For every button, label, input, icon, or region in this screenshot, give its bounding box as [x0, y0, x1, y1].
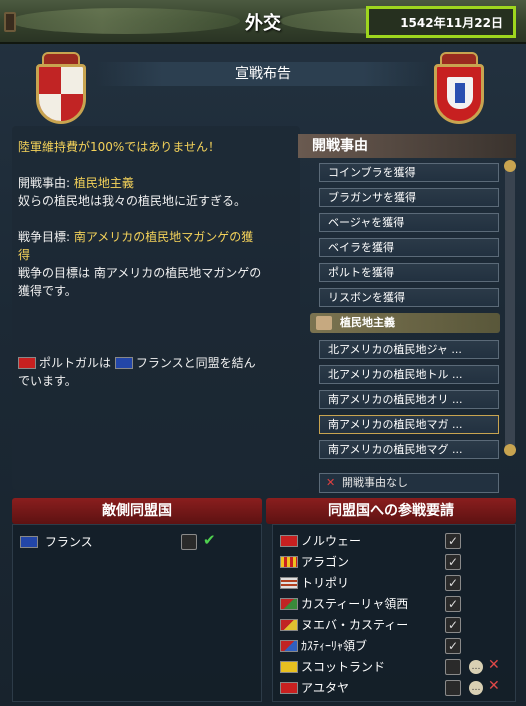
alliance-note: ポルトガルは フランスと同盟を結ん — [18, 354, 256, 372]
colonial-flag-icon — [280, 598, 298, 610]
call-ally-checkbox[interactable]: ✓ — [445, 575, 461, 591]
speech-bubble-icon[interactable]: … — [469, 681, 483, 695]
enemy-ally-row: フランス — [20, 532, 93, 552]
diplomacy-window: 外交 1542年11月22日 宣戦布告 陸軍維持費が100%ではありません！ 開… — [0, 0, 526, 706]
ally-row: カスティーリャ領西 — [280, 594, 408, 614]
green-check-icon: ✔ — [203, 531, 216, 549]
ally-row: アラゴン — [280, 552, 349, 572]
war-goal-line-cont: 得 — [18, 248, 31, 262]
cb-item[interactable]: リスボンを獲得 — [319, 288, 499, 307]
call-ally-checkbox[interactable] — [445, 680, 461, 696]
ally-row: トリポリ — [280, 573, 349, 593]
red-x-icon: ✕ — [326, 476, 336, 489]
ally-row: スコットランド — [280, 657, 385, 677]
scroll-up-arrow-icon[interactable] — [504, 160, 516, 172]
call-ally-checkbox[interactable]: ✓ — [445, 596, 461, 612]
portugal-flag-icon — [18, 357, 36, 369]
red-x-icon: ✕ — [488, 678, 500, 694]
tripoli-flag-icon — [280, 577, 298, 589]
ally-row: アユタヤ — [280, 678, 349, 698]
portugal-shield[interactable] — [426, 52, 492, 130]
colonial-flag-icon — [280, 619, 298, 631]
castile-shield[interactable] — [28, 52, 94, 130]
france-flag-icon — [20, 536, 38, 548]
enemy-allies-header: 敵側同盟国 — [12, 498, 262, 524]
casus-belli-description: 奴らの植民地は我々の植民地に近すぎる。 — [18, 194, 247, 208]
cb-item[interactable]: コインブラを獲得 — [319, 163, 499, 182]
speech-bubble-icon[interactable]: … — [469, 660, 483, 674]
ally-row: ｶｽﾃｨｰﾘｬ領ブ — [280, 636, 367, 656]
alliance-note-cont: でいます。 — [18, 374, 77, 388]
call-ally-checkbox[interactable]: ✓ — [445, 554, 461, 570]
castile-coat-of-arms — [36, 64, 86, 124]
cb-item[interactable]: ベイラを獲得 — [319, 238, 499, 257]
cb-colonial-item[interactable]: 北アメリカの植民地ジャ ... — [319, 340, 499, 359]
call-ally-checkbox[interactable]: ✓ — [445, 638, 461, 654]
norway-flag-icon — [280, 535, 298, 547]
war-goal-line: 戦争目標: 南アメリカの植民地マガンゲの獲 — [18, 230, 254, 244]
cb-category-colonialism[interactable]: 植民地主義 — [310, 313, 500, 333]
france-flag-icon — [114, 357, 133, 369]
declare-war-header: 宣戦布告 — [96, 62, 430, 86]
cb-item[interactable]: ブラガンサを獲得 — [319, 188, 499, 207]
war-goal-description: 戦争の目標は 南アメリカの植民地マガンゲの — [18, 266, 262, 280]
call-allies-header: 同盟国への参戦要請 — [266, 498, 516, 524]
colonial-category-icon — [316, 316, 332, 330]
call-ally-checkbox[interactable] — [445, 659, 461, 675]
scotland-flag-icon — [280, 661, 298, 673]
date-display: 1542年11月22日 — [366, 6, 516, 38]
scroll-down-arrow-icon[interactable] — [504, 444, 516, 456]
casus-belli-list-header: 開戦事由 — [298, 134, 516, 158]
cb-colonial-item[interactable]: 南アメリカの植民地マグ ... — [319, 440, 499, 459]
cb-scrollbar[interactable] — [504, 160, 516, 456]
cb-item[interactable]: ベージャを獲得 — [319, 213, 499, 232]
enemy-ally-checkbox[interactable] — [181, 534, 197, 550]
cb-colonial-item[interactable]: 北アメリカの植民地トル ... — [319, 365, 499, 384]
portugal-coat-of-arms — [434, 64, 484, 124]
title-bar: 外交 1542年11月22日 — [0, 0, 526, 44]
no-casus-belli-option[interactable]: ✕ 開戦事由なし — [319, 473, 499, 493]
casus-belli-line: 開戦事由: 植民地主義 — [18, 176, 134, 190]
red-x-icon: ✕ — [488, 657, 500, 673]
call-ally-checkbox[interactable]: ✓ — [445, 533, 461, 549]
army-maintenance-warning: 陸軍維持費が100%ではありません！ — [18, 140, 220, 154]
colonial-flag-icon — [280, 640, 298, 652]
ally-row: ノルウェー — [280, 531, 361, 551]
cb-colonial-item-selected[interactable]: 南アメリカの植民地マガ ... — [319, 415, 499, 434]
ally-row: ヌエバ・カスティー — [280, 615, 408, 635]
war-goal-description-cont: 獲得です。 — [18, 284, 77, 298]
aragon-flag-icon — [280, 556, 298, 568]
cb-item[interactable]: ポルトを獲得 — [319, 263, 499, 282]
call-ally-checkbox[interactable]: ✓ — [445, 617, 461, 633]
cb-colonial-item[interactable]: 南アメリカの植民地オリ ... — [319, 390, 499, 409]
ayutthaya-flag-icon — [280, 682, 298, 694]
